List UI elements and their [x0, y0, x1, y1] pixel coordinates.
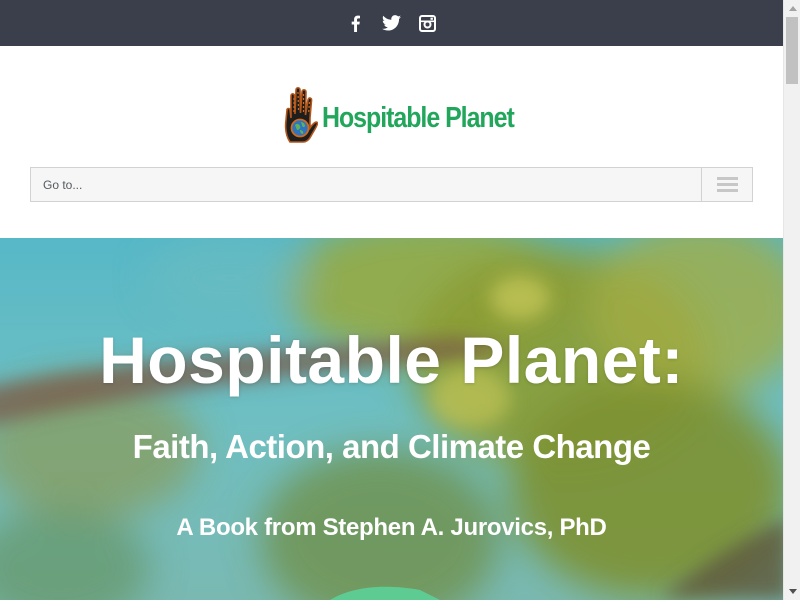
hand-globe-logo-icon — [284, 86, 318, 143]
site-header: Hospitable Planet Go to... — [0, 46, 783, 238]
navigation-dropdown[interactable]: Go to... — [30, 167, 753, 202]
hero-subtitle: Faith, Action, and Climate Change — [132, 428, 651, 465]
hamburger-menu-icon[interactable] — [701, 168, 752, 201]
scroll-down-arrow-icon[interactable] — [784, 583, 800, 600]
nav-dropdown-label: Go to... — [43, 178, 83, 192]
facebook-icon[interactable] — [344, 12, 366, 34]
hero-title: Hospitable Planet: — [99, 323, 684, 397]
vertical-scrollbar[interactable] — [783, 0, 800, 600]
scroll-up-arrow-icon[interactable] — [784, 0, 800, 17]
site-logo[interactable]: Hospitable Planet — [284, 84, 545, 144]
instagram-icon[interactable] — [416, 12, 438, 34]
hero-banner: Hospitable Planet: Faith, Action, and Cl… — [0, 238, 783, 600]
twitter-icon[interactable] — [380, 12, 402, 34]
hero-author-line: A Book from Stephen A. Jurovics, PhD — [176, 514, 607, 541]
tree-canopy-background-image — [0, 238, 783, 600]
social-bar — [0, 0, 783, 46]
page-viewport: Hospitable Planet Go to... Hospitable Pl… — [0, 0, 783, 600]
scrollbar-thumb[interactable] — [786, 17, 798, 84]
logo-text: Hospitable Planet — [322, 101, 515, 134]
